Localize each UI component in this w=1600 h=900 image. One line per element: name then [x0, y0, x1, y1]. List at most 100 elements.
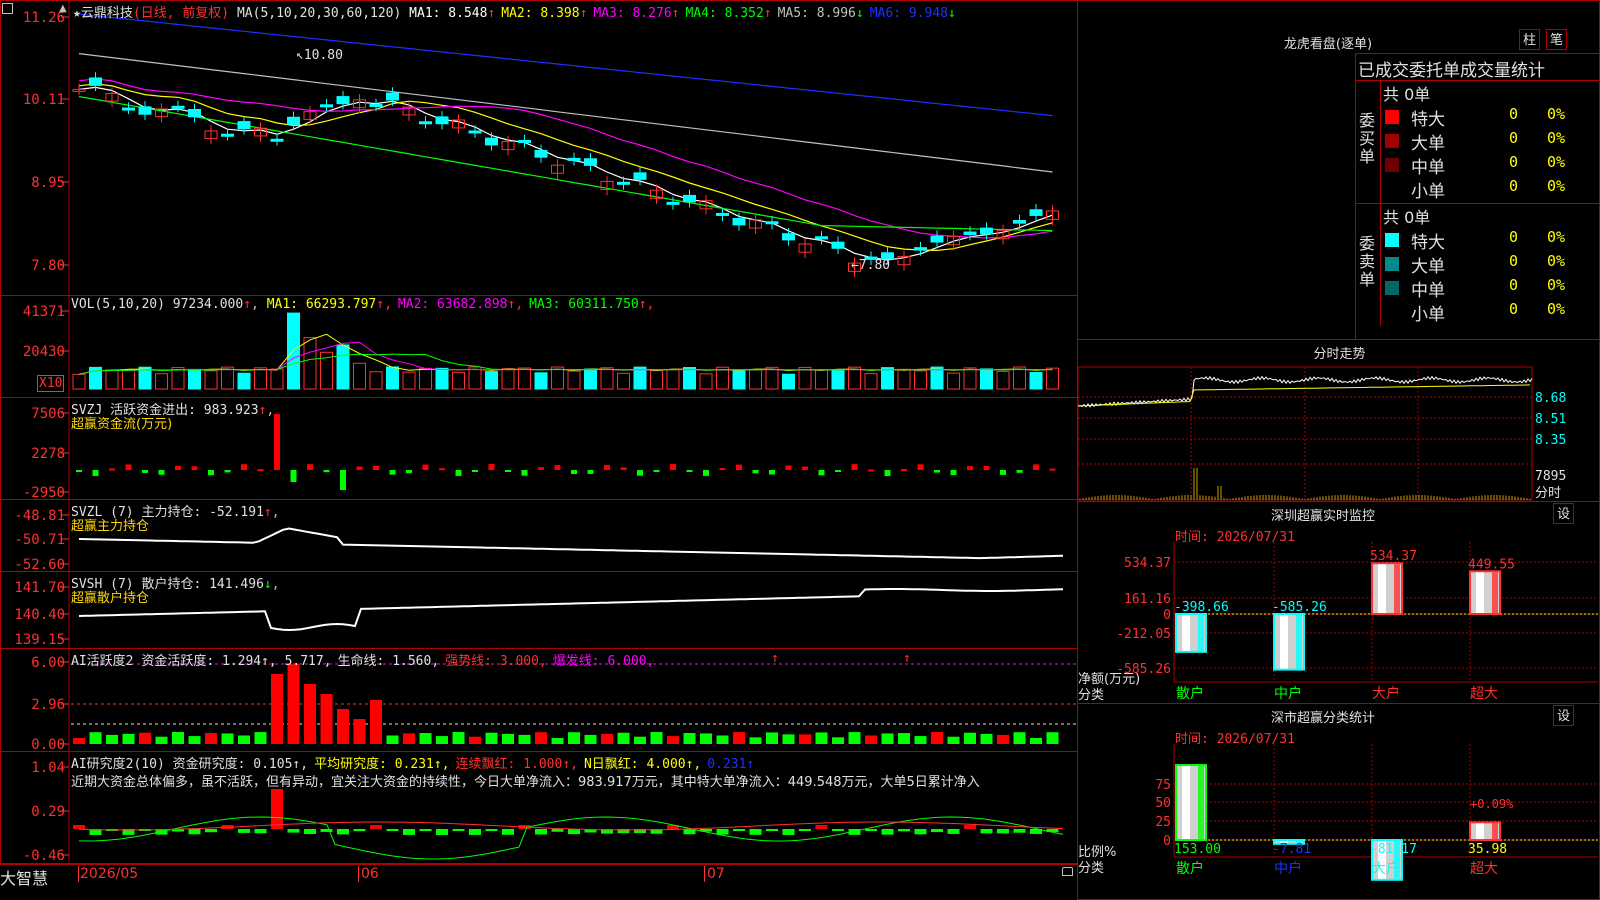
flow-bar	[488, 464, 495, 470]
dragon-heading: 已成交委托单成交量统计	[1358, 61, 1545, 81]
volume-bar	[749, 369, 762, 390]
vol-ma-arrow-icon: ↑,	[638, 297, 655, 312]
research-bar	[716, 829, 729, 835]
flow-bar	[554, 465, 561, 470]
sell-row[interactable]: 大单 0 0%	[1381, 251, 1577, 277]
flow-bar	[851, 464, 858, 470]
activity-bar	[436, 736, 448, 744]
ai-research-header: AI研究度2(10) 资金研究度: 0.105↑, 平均研究度: 0.231↑, 连…	[71, 753, 760, 772]
svzl-panel[interactable]: -48.81 -50.71 -52.60 SVZL (7) 主力持仓: -52.19…	[0, 499, 1078, 572]
stock-name[interactable]: ★云鼎科技	[73, 6, 133, 21]
classify-panel[interactable]: 深市超赢分类统计 设 时间: 2026/07/31 75 50 25 0 153.00 散…	[1077, 703, 1600, 900]
menu-icon[interactable]	[2, 3, 13, 14]
bar-category-label: 中户	[1274, 860, 1302, 877]
kline-chart[interactable]: 11.2610.118.957.80↖10.80←7.80	[1, 1, 1078, 296]
classify-chart[interactable]: 75 50 25 0153.00 散户 -7.81 中户 -81.17 大户 35.98 超大 +0.…	[1078, 704, 1600, 900]
flow-bar	[191, 466, 198, 470]
sell-row[interactable]: 特大 0 0%	[1381, 227, 1577, 253]
bar-category-label: 散户	[1176, 685, 1204, 702]
activity-bar	[469, 736, 481, 744]
research-bar	[799, 829, 811, 831]
bar-value-label: 534.37	[1370, 549, 1417, 564]
kline-panel[interactable]: 11.26 10.11 8.95 7.80 ↖10.80 ←7.80 ★云鼎科技(日线, …	[0, 0, 1078, 296]
vol-ma-value-1: MA1: 66293.797↑,	[266, 297, 392, 312]
research-bar	[865, 829, 877, 831]
volume-bar	[798, 366, 812, 390]
buy-row[interactable]: 中单 0 0%	[1381, 152, 1577, 178]
ai2-tick-label: 1.04	[31, 760, 65, 776]
bar-category-label: 散户	[1176, 860, 1204, 877]
research-bar	[469, 829, 481, 835]
candle-body	[270, 138, 284, 142]
scroll-up-icon[interactable]: ▲	[59, 3, 67, 14]
ai2-tick-label: -0.46	[23, 848, 65, 864]
volume-bar	[435, 367, 449, 390]
candle-body	[534, 150, 548, 158]
ai2-item-2: 连续飘红: 1.000↑,	[455, 757, 578, 772]
research-bar	[551, 829, 564, 832]
monitor-axis-label2: 分类	[1078, 688, 1105, 703]
tick-mode-button[interactable]: 笔	[1546, 29, 1567, 50]
volume-bar	[485, 371, 498, 390]
volume-bar	[864, 373, 878, 390]
buy-row[interactable]: 特大 0 0%	[1381, 104, 1577, 130]
volume-bar	[699, 373, 713, 390]
time-axis[interactable]: 大智慧 2026/05 06 07	[0, 864, 1078, 888]
candle-body	[336, 96, 350, 105]
flow-bar	[884, 470, 891, 476]
ai-research-panel[interactable]: 1.04 0.29 -0.46 AI研究度2(10) 资金研究度: 0.105↑, 平…	[0, 751, 1078, 864]
activity-bar	[749, 737, 762, 744]
ai2-items: 资金研究度: 0.105↑, 平均研究度: 0.231↑, 连续飘红: 1.000↑…	[173, 757, 761, 772]
volume-bar	[204, 370, 218, 390]
activity-bar	[815, 732, 828, 744]
volume-bar	[1013, 366, 1026, 390]
flow-bar	[868, 469, 874, 472]
svzl-tick-label: -48.81	[14, 508, 65, 524]
ma-value-6: MA6: 9.948↓	[869, 6, 956, 21]
volume-bar	[468, 366, 482, 390]
buy-count: 0	[1509, 105, 1519, 123]
activity-bar	[947, 736, 960, 744]
volume-bar	[963, 367, 977, 390]
volume-panel[interactable]: 41371 20430 VOL(5,10,20) 97234.000 ↑, MA1:…	[0, 295, 1078, 398]
svzl-sub: 主力持仓:	[141, 505, 202, 520]
volume-bar	[600, 367, 614, 390]
sell-row[interactable]: 小单 0 0%	[1381, 299, 1577, 325]
candle-body	[782, 233, 795, 241]
vol-ma-value-3: MA3: 60311.750↑,	[529, 297, 655, 312]
dragon-tiger-panel[interactable]: 龙虎看盘(逐单) 柱 笔 已成交委托单成交量统计 委买单 共 0单 特大 0 0% 大…	[1077, 0, 1600, 340]
bar-mode-button[interactable]: 柱	[1519, 29, 1540, 50]
bar-value-label: -81.17	[1370, 842, 1417, 857]
candle-body	[930, 235, 944, 243]
ai-activity-panel[interactable]: 6.00 2.96 0.00 ↑ ↑ AI活跃度2 资金活跃度: 1.294↑, 5.7…	[0, 648, 1078, 752]
monitor-panel[interactable]: 深圳超赢实时监控 设 时间: 2026/07/31 534.37 161.16 0-…	[1077, 501, 1600, 704]
period-label[interactable]: (日线, 前复权)	[133, 6, 229, 21]
volume-bar	[336, 344, 350, 390]
candle-body	[732, 218, 746, 226]
svsh-panel[interactable]: 141.70 140.40 139.15 SVSH (7) 散户持仓: 141.49…	[0, 571, 1078, 649]
research-bar	[535, 829, 547, 835]
sell-row[interactable]: 中单 0 0%	[1381, 275, 1577, 301]
candle-body	[567, 157, 581, 161]
bar-tick-label: 0	[1163, 608, 1171, 623]
ai2-item-4: 0.231↑	[707, 757, 755, 772]
candle-body	[485, 137, 498, 146]
monitor-chart[interactable]: 534.37161.160-212.05-585.26-398.66散户-585…	[1078, 502, 1600, 704]
candle-body	[666, 201, 680, 205]
candle-body	[765, 221, 779, 225]
buy-row[interactable]: 小单 0 0%	[1381, 176, 1577, 202]
intraday-panel[interactable]: 分时走势 8.68 8.51 8.35 7895 分时	[1077, 339, 1600, 502]
bar-shade	[1296, 615, 1302, 669]
activity-bar	[766, 732, 778, 744]
volume-bar	[1029, 372, 1043, 390]
flow-bar	[274, 414, 280, 470]
volume-bar	[171, 367, 185, 390]
intraday-chart[interactable]: 8.68 8.51 8.35 7895 分时	[1078, 340, 1600, 502]
svzj-panel[interactable]: 7506 2278 -2950 SVZJ 活跃资金进出: 983.923↑, 超赢资…	[0, 397, 1078, 500]
research-bar	[370, 825, 382, 829]
buy-row[interactable]: 大单 0 0%	[1381, 128, 1577, 154]
volume-bar	[72, 373, 86, 390]
research-bar	[749, 829, 762, 835]
lock-icon[interactable]	[1062, 867, 1073, 876]
research-bar	[980, 829, 993, 834]
